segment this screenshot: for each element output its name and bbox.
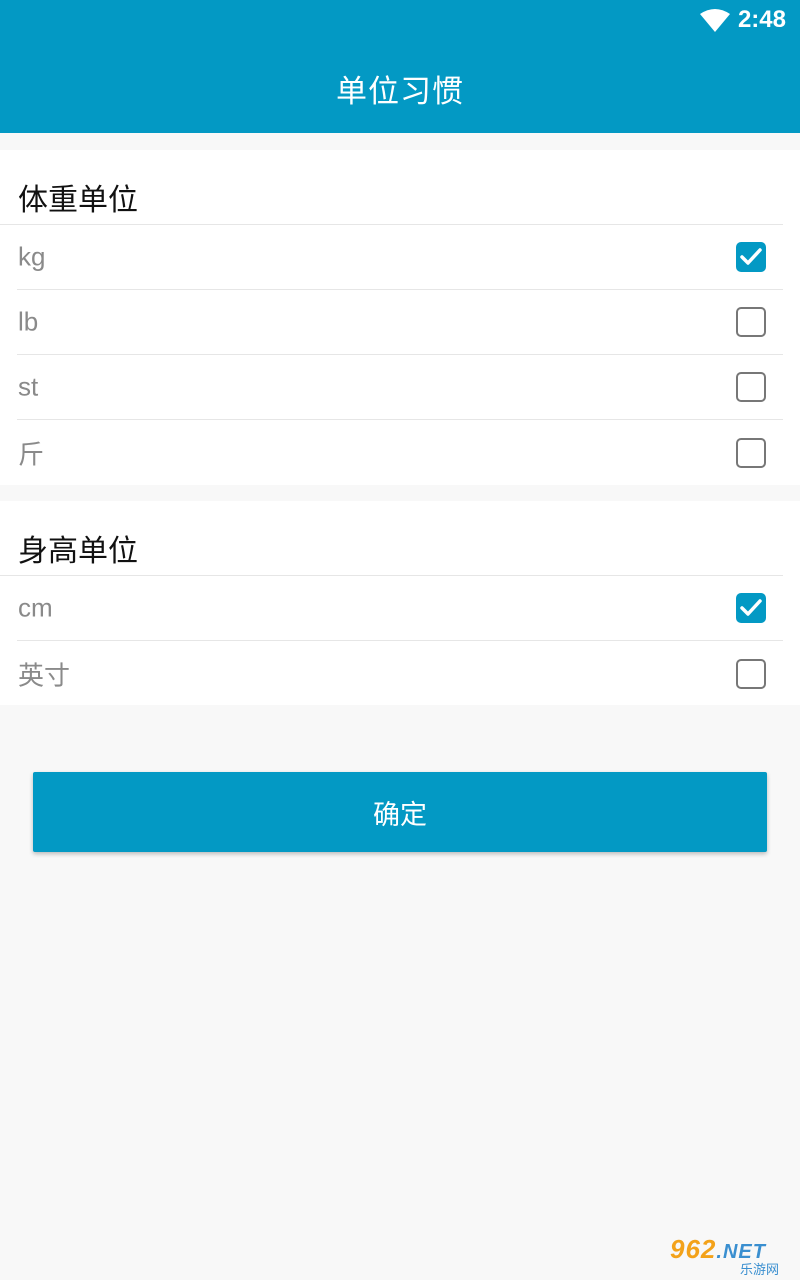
height-option-cm[interactable]: cm xyxy=(17,576,783,641)
option-label: kg xyxy=(18,241,46,272)
weight-option-jin[interactable]: 斤 xyxy=(17,420,783,485)
weight-unit-header: 体重单位 xyxy=(0,150,783,225)
confirm-button[interactable]: 确定 xyxy=(33,772,767,852)
weight-option-lb[interactable]: lb xyxy=(17,290,783,355)
height-unit-section: 身高单位 cm 英寸 xyxy=(0,501,800,705)
option-label: 斤 xyxy=(18,440,45,470)
option-label: 英寸 xyxy=(18,661,71,691)
app-bar: 2:48 单位习惯 xyxy=(0,0,800,133)
weight-option-kg[interactable]: kg xyxy=(17,225,783,290)
checkbox-inch[interactable] xyxy=(736,658,766,689)
option-label: cm xyxy=(18,592,53,623)
watermark-logo: 962.NET 乐游网 xyxy=(660,1232,792,1278)
status-bar: 2:48 xyxy=(0,0,800,40)
checkbox-jin[interactable] xyxy=(736,437,766,468)
weight-option-st[interactable]: st xyxy=(17,355,783,420)
option-label: st xyxy=(18,371,39,402)
wifi-icon xyxy=(700,9,730,32)
checkmark-icon xyxy=(740,599,762,616)
height-unit-title: 身高单位 xyxy=(18,534,138,569)
checkbox-kg[interactable] xyxy=(736,242,766,272)
page-title: 单位习惯 xyxy=(336,74,464,110)
checkmark-icon xyxy=(740,248,762,265)
checkbox-lb[interactable] xyxy=(736,307,766,337)
app-screen: 2:48 单位习惯 体重单位 kg lb st 斤 身高单位 cm 英寸 确定 … xyxy=(0,0,800,1280)
checkbox-cm[interactable] xyxy=(736,593,766,623)
watermark-subtitle: 乐游网 xyxy=(740,1263,780,1278)
option-label: lb xyxy=(18,306,39,337)
weight-unit-section: 体重单位 kg lb st 斤 xyxy=(0,150,800,485)
height-option-inch[interactable]: 英寸 xyxy=(17,641,783,706)
status-time: 2:48 xyxy=(737,6,786,33)
checkbox-st[interactable] xyxy=(736,372,766,402)
height-unit-header: 身高单位 xyxy=(0,501,783,576)
weight-unit-title: 体重单位 xyxy=(18,183,138,218)
